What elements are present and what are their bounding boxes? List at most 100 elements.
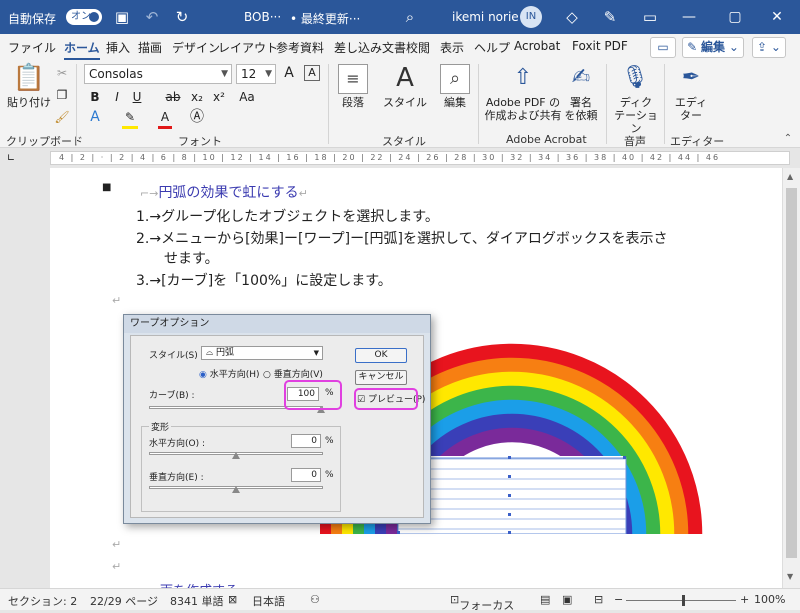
tab-insert[interactable]: 挿入 [106,39,130,56]
h-distort-input[interactable]: 0 [291,434,321,448]
horizontal-ruler[interactable]: 4 | 2 | · | 2 | 4 | 6 | 8 | 10 | 12 | 14… [50,151,790,165]
collapse-ribbon-icon[interactable]: ⌃ [782,130,794,148]
font-size-select[interactable]: 12 ▼ [236,64,276,84]
maximize-button[interactable]: ▢ [712,0,758,34]
redo-icon[interactable]: ↻ [172,7,192,27]
pdf-create-icon[interactable]: ⇧ [508,64,538,92]
styles-icon[interactable]: A [390,64,420,92]
tab-design[interactable]: デザイン [172,39,220,56]
format-painter-icon[interactable]: 🖌 [54,108,70,126]
subscript-button[interactable]: x₂ [188,88,206,106]
zoom-out-button[interactable]: − [614,593,623,606]
scrollbar-thumb[interactable] [786,188,797,558]
italic-button[interactable]: I [110,88,124,106]
ribbon-display-icon[interactable]: ▭ [640,7,660,27]
editor-icon[interactable]: ✒ [676,64,706,92]
read-mode-icon[interactable]: ▤ [540,593,550,606]
tab-review[interactable]: 校閲 [406,39,430,56]
tab-home[interactable]: ホーム [64,39,100,61]
zoom-in-button[interactable]: + [740,593,749,606]
change-case-button[interactable]: Aa [234,88,260,106]
cancel-button[interactable]: キャンセル [355,370,407,385]
paste-button[interactable]: 貼り付け [6,96,52,109]
diamond-icon[interactable]: ◇ [562,7,582,27]
paste-icon[interactable]: 📋 [12,64,46,92]
editor-button[interactable]: エディ ター [670,96,712,122]
language-indicator[interactable]: 日本語 [252,593,285,609]
document-page[interactable]: ■ ⌐→円弧の効果で虹にする↵ 1.→グループ化したオブジェクトを選択します。 … [50,168,782,588]
word-count[interactable]: 8341 単語 [170,593,224,609]
font-group-label: フォント [178,135,222,148]
vertical-radio[interactable]: ○ 垂直方向(V) [263,367,323,380]
horizontal-radio[interactable]: ◉ 水平方向(H) [199,367,260,380]
style-select[interactable]: ⌓ 円弧 ▼ [201,346,323,360]
avatar[interactable]: IN [520,6,542,28]
font-color-button[interactable]: A [158,108,172,129]
create-pdf-button[interactable]: Adobe PDF の 作成および共有 [484,96,562,122]
vertical-scrollbar[interactable]: ▲ ▼ [782,168,800,588]
v-distort-thumb[interactable] [232,486,240,493]
focus-mode-button[interactable]: ⊡ フォーカス [450,593,514,612]
empty-paragraph-mark: ↵ [112,294,122,307]
user-name[interactable]: ikemi norie [452,10,519,24]
comment-icon[interactable]: ▭ [650,37,676,58]
find-icon[interactable]: ⌕ [440,64,470,94]
strikethrough-button[interactable]: ab [164,88,182,106]
styles-button[interactable]: スタイル [382,96,428,109]
autosave-toggle[interactable]: オン [66,9,102,25]
tab-foxit[interactable]: Foxit PDF [572,39,628,53]
zoom-level[interactable]: 100% [754,593,785,606]
ok-button[interactable]: OK [355,348,407,363]
clear-format-button[interactable]: A [304,65,320,81]
tab-draw[interactable]: 描画 [138,39,162,56]
tab-acrobat[interactable]: Acrobat [514,39,560,53]
share-button[interactable]: ⇪ ⌄ [752,37,786,58]
pen-icon[interactable]: ✎ [600,7,620,27]
tab-view[interactable]: 表示 [440,39,464,56]
scroll-down-icon[interactable]: ▼ [787,572,793,581]
highlight-icon[interactable]: ✎ [122,108,138,129]
save-icon[interactable]: ▣ [112,7,132,27]
tab-selector-icon[interactable]: ∟ [4,150,18,168]
print-layout-icon[interactable]: ▣ [562,593,572,606]
cut-icon[interactable]: ✂ [54,64,70,82]
page-indicator[interactable]: 22/29 ページ [90,593,158,609]
save-status[interactable]: • 最終更新··· [290,10,360,27]
step-3: 3.→[カーブ]を「100%」に設定します。 [136,273,392,289]
underline-button[interactable]: U [130,88,144,106]
edit-mode-label: 編集 [700,40,725,54]
zoom-slider-thumb[interactable] [682,595,685,606]
font-name-select[interactable]: Consolas ▼ [84,64,232,84]
search-icon[interactable]: ⌕ [400,7,420,27]
tab-file[interactable]: ファイル [8,39,56,56]
paragraph-icon[interactable]: ≡ [338,64,368,94]
close-button[interactable]: ✕ [754,0,800,34]
paragraph-button[interactable]: 段落 [332,96,374,109]
superscript-button[interactable]: x² [210,88,228,106]
request-sign-button[interactable]: 署名 を依頼 [562,96,600,122]
undo-icon[interactable]: ↶ [142,7,162,27]
h-distort-thumb[interactable] [232,452,240,459]
dictate-button[interactable]: ディク テーション [612,96,660,135]
scroll-up-icon[interactable]: ▲ [787,172,793,181]
microphone-icon[interactable]: 🎙 [620,64,650,92]
tab-help[interactable]: ヘルプ [474,39,510,56]
proofing-icon[interactable]: ⊠ [228,593,237,606]
shading-icon[interactable]: Ⓐ [190,108,204,126]
text-effects-icon[interactable]: A [88,108,102,126]
tab-references[interactable]: 参考資料 [276,39,324,56]
editing-button[interactable]: 編集 [436,96,474,109]
sign-icon[interactable]: ✍ [566,64,596,92]
tab-mailings[interactable]: 差し込み文書 [334,39,406,56]
tab-layout[interactable]: レイアウト [218,39,278,56]
copy-icon[interactable]: ❐ [54,86,70,104]
section-indicator[interactable]: セクション: 2 [8,593,77,609]
v-distort-input[interactable]: 0 [291,468,321,482]
web-layout-icon[interactable]: ⊟ [594,593,603,606]
bold-button[interactable]: B [88,88,102,106]
edit-mode-button[interactable]: ✎ 編集 ⌄ [682,37,744,58]
grow-font-button[interactable]: A [282,64,296,82]
accessibility-icon[interactable]: ⚇ [310,593,320,606]
zoom-slider[interactable] [626,600,736,601]
minimize-button[interactable]: — [666,0,712,34]
